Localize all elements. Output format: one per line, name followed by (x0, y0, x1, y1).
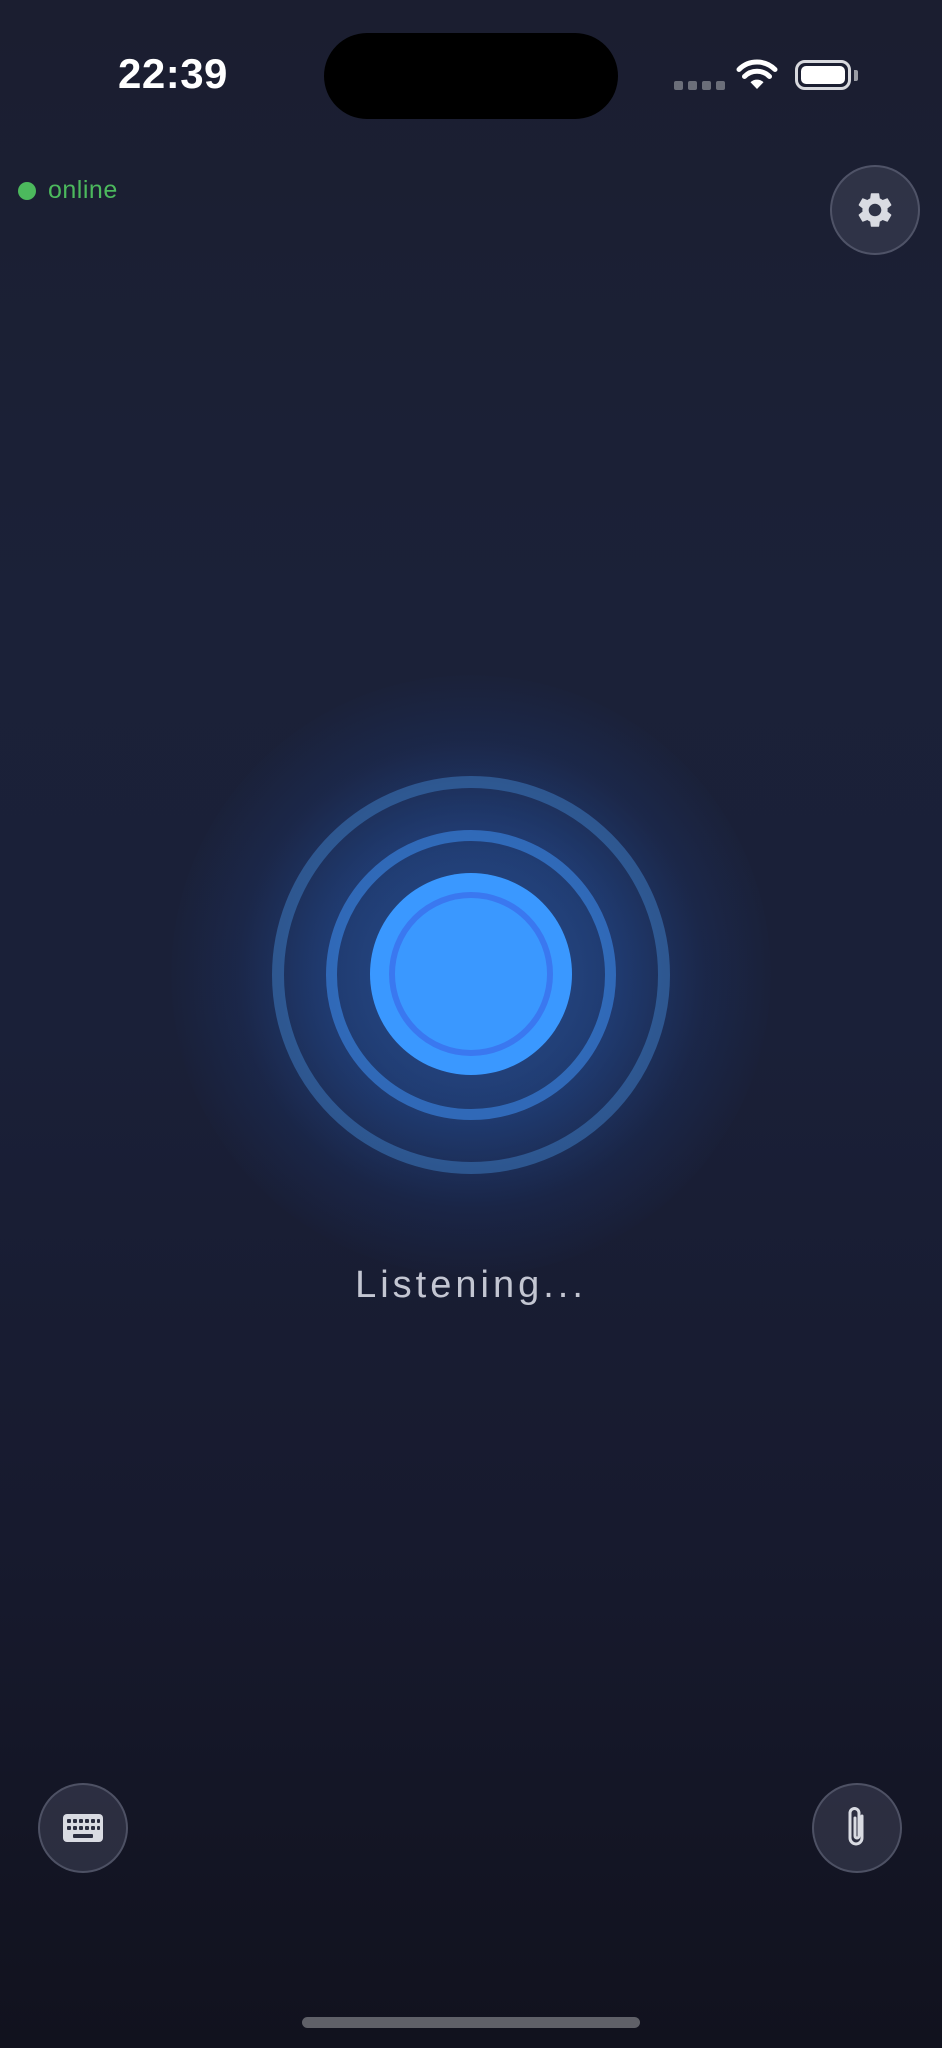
settings-button[interactable] (830, 165, 920, 255)
online-indicator-dot (18, 181, 36, 200)
battery-tip (854, 70, 858, 81)
listening-status-text: Listening... (355, 1264, 587, 1306)
battery-icon (795, 60, 851, 90)
voice-orb (0, 0, 942, 2048)
attach-button[interactable] (812, 1783, 902, 1873)
orb-inner-ring (389, 892, 553, 1056)
cellular-signal-icon (674, 81, 725, 90)
wifi-icon (736, 58, 778, 97)
keyboard-icon (63, 1814, 103, 1842)
paperclip-icon (848, 1807, 864, 1846)
gear-icon (858, 193, 892, 227)
keyboard-button[interactable] (38, 1783, 128, 1873)
status-time: 22:39 (118, 50, 228, 97)
battery-level (801, 66, 845, 84)
status-bar: 22:39 (0, 0, 942, 150)
connection-status: online (18, 176, 118, 205)
home-indicator[interactable] (302, 2017, 640, 2028)
dynamic-island (324, 33, 618, 119)
connection-status-label: online (48, 176, 118, 204)
voice-activation-button[interactable] (370, 873, 572, 1075)
